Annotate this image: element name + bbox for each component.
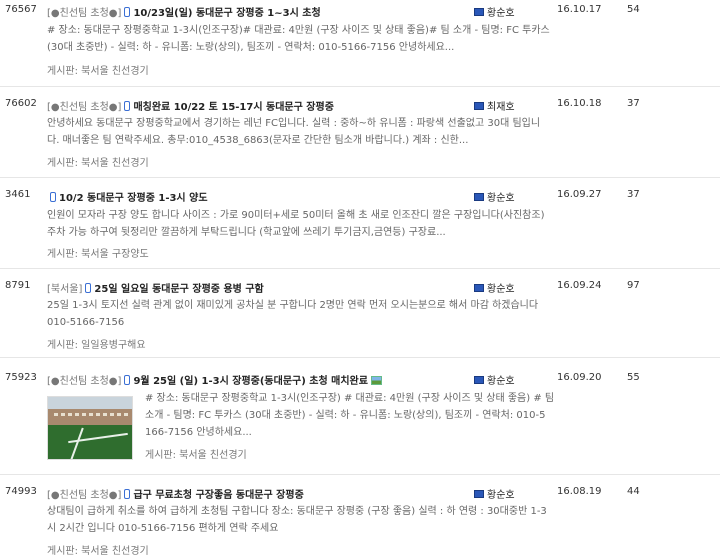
post-title-line[interactable]: [●친선팀 초청●] 10/23일(일) 동대문구 장평중 1~3시 초청 [47,4,321,19]
post-board[interactable]: 게시판: 북서울 구장양도 [47,245,149,260]
user-icon [474,376,484,384]
user-icon [474,490,484,498]
post-title-line[interactable]: [북서울] 25일 일요일 동대문구 장평중 용병 구함 [47,280,264,295]
post-row: 75923 [●친선팀 초청●] 9월 25일 (일) 1-3시 장평중(동대문구… [0,368,720,475]
image-attachment-icon [370,376,382,385]
post-board[interactable]: 게시판: 북서울 친선경기 [47,62,149,77]
post-category[interactable]: [●친선팀 초청●] [47,376,121,387]
post-date: 16.09.20 [557,372,602,383]
post-title[interactable]: 10/23일(일) 동대문구 장평중 1~3시 초청 [133,8,320,19]
post-views: 37 [627,189,640,200]
post-category[interactable]: [●친선팀 초청●] [47,8,121,19]
mobile-icon [124,7,131,17]
mobile-icon [50,192,56,202]
mobile-icon [85,283,92,293]
post-views: 97 [627,280,640,291]
post-snippet[interactable]: 안녕하세요 동대문구 장평중학교에서 경기하는 레넌 FC입니다. 실력 : 중… [47,115,607,149]
post-number: 8791 [5,280,31,291]
post-date: 16.09.24 [557,280,602,291]
post-views: 37 [627,98,640,109]
mobile-icon [124,375,131,385]
post-title[interactable]: 10/2 동대문구 장평중 1-3시 양도 [59,193,208,204]
post-author[interactable]: 황순호 [474,280,515,295]
post-views: 54 [627,4,640,15]
post-date: 16.10.17 [557,4,602,15]
post-number: 3461 [5,189,31,200]
post-number: 76602 [5,98,37,109]
post-date: 16.09.27 [557,189,602,200]
post-title-line[interactable]: [●친선팀 초청●] 9월 25일 (일) 1-3시 장평중(동대문구) 초청 매… [47,372,382,387]
mobile-icon [124,101,131,111]
post-board[interactable]: 게시판: 북서울 친선경기 [145,446,247,461]
post-row: 76567 [●친선팀 초청●] 10/23일(일) 동대문구 장평중 1~3시 … [0,0,720,87]
post-board[interactable]: 게시판: 북서울 친선경기 [47,542,149,555]
post-snippet[interactable]: 상대팀이 급하게 취소를 하여 급하게 초청팀 구합니다 장소: 동대문구 장평… [47,503,607,537]
post-title[interactable]: 9월 25일 (일) 1-3시 장평중(동대문구) 초청 매치완료 [133,376,368,387]
post-board[interactable]: 게시판: 일일용병구해요 [47,336,146,351]
post-number: 76567 [5,4,37,15]
post-author[interactable]: 황순호 [474,189,515,204]
post-author[interactable]: 황순호 [474,486,515,501]
post-category[interactable]: [북서울] [47,284,82,295]
post-row: 3461 10/2 동대문구 장평중 1-3시 양도 황순호 16.09.27 … [0,185,720,269]
post-row: 74993 [●친선팀 초청●] 급구 무료초청 구장좋음 동대문구 장평중 황순… [0,482,720,555]
post-board[interactable]: 게시판: 북서울 친선경기 [47,154,149,169]
post-author[interactable]: 황순호 [474,4,515,19]
post-category[interactable]: [●친선팀 초청●] [47,102,121,113]
post-row: 76602 [●친선팀 초청●] 매칭완료 10/22 토 15-17시 동대문구… [0,94,720,178]
user-icon [474,284,484,292]
post-snippet[interactable]: # 장소: 동대문구 장평중학교 1-3시(인조구장) # 대관료: 4만원 (… [145,390,605,441]
user-icon [474,8,484,16]
post-views: 55 [627,372,640,383]
post-snippet[interactable]: 25일 1-3시 토지선 실력 관계 없이 재미있게 공차실 분 구합니다 2명… [47,297,607,331]
post-number: 74993 [5,486,37,497]
post-snippet[interactable]: 인원이 모자라 구장 양도 합니다 사이즈 : 가로 90미터+세로 50미터 … [47,207,607,241]
post-snippet[interactable]: # 장소: 동대문구 장평중학교 1-3시(인조구장)# 대관료: 4만원 (구… [47,22,607,56]
post-views: 44 [627,486,640,497]
post-row: 8791 [북서울] 25일 일요일 동대문구 장평중 용병 구함 황순호 16.… [0,276,720,358]
post-title-line[interactable]: [●친선팀 초청●] 매칭완료 10/22 토 15-17시 동대문구 장평중 [47,98,334,113]
post-author[interactable]: 최재호 [474,98,515,113]
post-title[interactable]: 급구 무료초청 구장좋음 동대문구 장평중 [133,490,303,501]
post-date: 16.10.18 [557,98,602,109]
post-number: 75923 [5,372,37,383]
post-thumbnail[interactable] [47,396,133,460]
user-icon [474,102,484,110]
post-author[interactable]: 황순호 [474,372,515,387]
post-title[interactable]: 25일 일요일 동대문구 장평중 용병 구함 [94,284,263,295]
post-category[interactable]: [●친선팀 초청●] [47,490,121,501]
post-title-line[interactable]: [●친선팀 초청●] 급구 무료초청 구장좋음 동대문구 장평중 [47,486,304,501]
post-date: 16.08.19 [557,486,602,497]
user-icon [474,193,484,201]
mobile-icon [124,489,131,499]
post-title[interactable]: 매칭완료 10/22 토 15-17시 동대문구 장평중 [133,102,333,113]
post-title-line[interactable]: 10/2 동대문구 장평중 1-3시 양도 [47,189,208,204]
